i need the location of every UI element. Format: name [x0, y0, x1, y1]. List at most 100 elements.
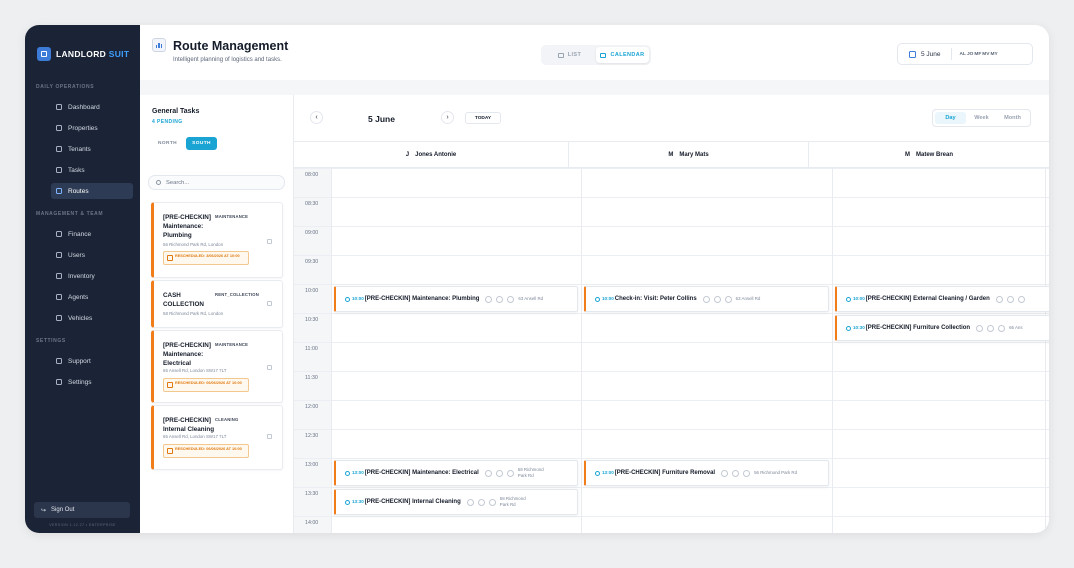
chevron-left-icon: ‹: [315, 114, 318, 121]
agent-column-header[interactable]: M Mary Mats: [569, 142, 809, 168]
calendar-event[interactable]: 13:00 [PRE-CHECKIN] Maintenance: Electric…: [334, 460, 578, 486]
task-title: [PRE-CHECKIN] Maintenance: Electrical: [163, 342, 211, 367]
sidebar-item-inventory[interactable]: Inventory: [51, 268, 133, 284]
calendar-event[interactable]: 13:30 [PRE-CHECKIN] Internal Cleaning 58 R…: [334, 489, 578, 515]
sidebar-item-routes[interactable]: Routes: [51, 183, 133, 199]
info-icon[interactable]: [998, 324, 1006, 332]
list-view-button[interactable]: LIST: [543, 47, 596, 63]
agent-column-header[interactable]: M Matew Brean: [809, 142, 1049, 168]
search-icon: [156, 180, 161, 185]
info-icon[interactable]: [743, 469, 751, 477]
sidebar-item-dashboard[interactable]: Dashboard: [51, 99, 133, 115]
sidebar-item-label: Agents: [68, 293, 89, 301]
drag-handle-icon[interactable]: [267, 365, 272, 370]
agent-name: Matew Brean: [915, 151, 953, 158]
sidebar-item-tasks[interactable]: Tasks: [51, 162, 133, 178]
info-icon[interactable]: [506, 469, 514, 477]
delete-icon[interactable]: [496, 295, 504, 303]
edit-icon[interactable]: [702, 295, 710, 303]
view-toggle: LIST CALENDAR: [541, 45, 651, 65]
sidebar-item-label: Finance: [68, 230, 92, 238]
sidebar-item-support[interactable]: Support: [51, 353, 133, 369]
drag-handle-icon[interactable]: [267, 434, 272, 439]
agent-column-header[interactable]: J Jones Antonie: [294, 142, 569, 168]
task-tag: CLEANING: [215, 417, 239, 422]
sidebar-item-users[interactable]: Users: [51, 247, 133, 263]
section-label: DAILY OPERATIONS: [36, 84, 95, 90]
chevron-right-icon: ›: [446, 114, 449, 121]
sidebar-item-agents[interactable]: Agents: [51, 289, 133, 305]
task-card[interactable]: [PRE-CHECKIN] Maintenance: Plumbing MAINT…: [151, 202, 283, 278]
slot-divider: [294, 197, 1049, 198]
task-card[interactable]: [PRE-CHECKIN] Maintenance: Electrical MAI…: [151, 330, 283, 403]
sign-out-button[interactable]: ↪ Sign Out: [34, 502, 130, 518]
edit-icon[interactable]: [484, 469, 492, 477]
range-month-button[interactable]: Month: [997, 112, 1028, 124]
sidebar-item-finance[interactable]: Finance: [51, 226, 133, 242]
time-label: 08:30: [305, 201, 319, 207]
slot-divider: [294, 458, 1049, 459]
event-time: 13:00: [345, 470, 364, 475]
calendar-event[interactable]: 13:00 [PRE-CHECKIN] Furniture Removal 56 R…: [584, 460, 829, 486]
reschedule-badge: RESCHEDULED: 06/06/2026 AT 10:00: [163, 444, 249, 458]
range-day-button[interactable]: Day: [935, 112, 966, 124]
task-card[interactable]: [PRE-CHECKIN] Internal Cleaning CLEANING 6…: [151, 405, 283, 470]
calendar-event[interactable]: 10:00 [PRE-CHECKIN] External Cleaning / G…: [835, 286, 1049, 312]
edit-icon[interactable]: [995, 295, 1003, 303]
event-address: 63 Ansell Rd: [735, 296, 761, 301]
sidebar-item-vehicles[interactable]: Vehicles: [51, 310, 133, 326]
prev-day-button[interactable]: ‹: [310, 111, 323, 124]
event-title: [PRE-CHECKIN] Maintenance: Plumbing: [364, 296, 480, 302]
info-icon[interactable]: [1017, 295, 1025, 303]
today-button[interactable]: TODAY: [465, 112, 501, 124]
car-icon: [56, 315, 62, 321]
logout-icon: ↪: [41, 507, 47, 514]
drag-handle-icon[interactable]: [267, 301, 272, 306]
edit-icon[interactable]: [485, 295, 493, 303]
agent-initial: M: [904, 151, 910, 158]
sidebar-item-properties[interactable]: Properties: [51, 120, 133, 136]
slot-divider: [294, 400, 1049, 401]
range-week-button[interactable]: Week: [966, 112, 997, 124]
avatar[interactable]: JO: [967, 52, 973, 57]
edit-icon[interactable]: [466, 498, 474, 506]
sidebar: LANDLORD SUIT DAILY OPERATIONS MANAGEMEN…: [25, 25, 140, 533]
info-icon[interactable]: [507, 295, 515, 303]
avatar[interactable]: MF: [974, 52, 981, 57]
next-day-button[interactable]: ›: [441, 111, 454, 124]
delete-icon[interactable]: [732, 469, 740, 477]
date-picker[interactable]: 5 June AL JO MF MV MY: [897, 43, 1033, 65]
info-icon[interactable]: [488, 498, 496, 506]
info-icon[interactable]: [724, 295, 732, 303]
sidebar-item-tenants[interactable]: Tenants: [51, 141, 133, 157]
event-actions: [484, 469, 514, 477]
event-title: [PRE-CHECKIN] Internal Cleaning: [364, 499, 461, 505]
event-time: 13:00: [595, 470, 614, 475]
task-tag: RENT_COLLECTION: [215, 292, 259, 297]
brand-name: LANDLORD SUIT: [56, 49, 130, 59]
edit-icon[interactable]: [976, 324, 984, 332]
avatar[interactable]: AL: [960, 52, 966, 57]
edit-icon[interactable]: [721, 469, 729, 477]
calendar-event[interactable]: 10:00 [PRE-CHECKIN] Maintenance: Plumbing…: [334, 286, 578, 312]
drag-handle-icon[interactable]: [267, 239, 272, 244]
zone-south-button[interactable]: SOUTH: [186, 137, 217, 150]
brand[interactable]: LANDLORD SUIT: [37, 47, 129, 61]
calendar-event[interactable]: 10:30 [PRE-CHECKIN] Furniture Collection 6…: [835, 315, 1049, 341]
search-input[interactable]: Search...: [148, 175, 285, 190]
avatar[interactable]: MY: [990, 52, 997, 57]
task-card[interactable]: CASH COLLECTION RENT_COLLECTION 58 Richmon…: [151, 280, 283, 328]
delete-icon[interactable]: [477, 498, 485, 506]
avatar-group[interactable]: AL JO MF MV MY: [960, 52, 998, 57]
delete-icon[interactable]: [495, 469, 503, 477]
delete-icon[interactable]: [1006, 295, 1014, 303]
calendar-event[interactable]: 10:00 Check-in: Visit: Peter Collins 63 An…: [584, 286, 829, 312]
sidebar-item-settings[interactable]: Settings: [51, 374, 133, 390]
delete-icon[interactable]: [987, 324, 995, 332]
avatar[interactable]: MV: [982, 52, 989, 57]
delete-icon[interactable]: [713, 295, 721, 303]
slot-divider: [294, 284, 1049, 285]
zone-north-button[interactable]: NORTH: [152, 137, 183, 150]
calendar-view-button[interactable]: CALENDAR: [596, 47, 649, 63]
app-window: LANDLORD SUIT DAILY OPERATIONS MANAGEMEN…: [25, 25, 1049, 533]
